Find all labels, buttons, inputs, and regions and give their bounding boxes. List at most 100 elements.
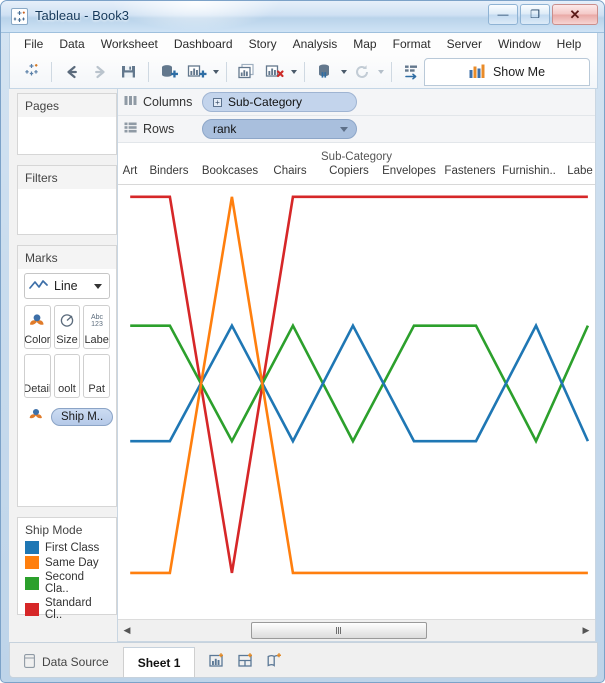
pause-auto-update-icon[interactable] [312, 59, 338, 85]
duplicate-sheet-icon[interactable] [234, 59, 260, 85]
toolbar-separator [391, 62, 392, 82]
new-dashboard-tab-icon[interactable] [238, 652, 255, 673]
pages-shelf-dropzone[interactable] [18, 117, 116, 165]
rows-pill-label: rank [213, 122, 236, 136]
legend-item-first-class[interactable]: First Class [18, 540, 116, 555]
rows-shelf-icon [124, 121, 137, 137]
sheet-tab-label: Sheet 1 [138, 656, 181, 670]
legend-title: Ship Mode [18, 518, 116, 540]
marks-detail-button[interactable]: Detail [24, 354, 51, 398]
close-button[interactable]: ✕ [552, 4, 598, 25]
swap-rows-columns-icon[interactable] [399, 59, 425, 85]
save-icon[interactable] [115, 59, 141, 85]
legend-swatch-second-class [25, 577, 39, 590]
pause-dropdown-caret-icon[interactable] [341, 70, 347, 74]
scroll-right-arrow-icon[interactable]: ▶ [577, 621, 595, 641]
maximize-button[interactable]: ❐ [520, 4, 550, 25]
expand-plus-icon[interactable]: + [213, 98, 222, 107]
new-data-source-icon[interactable] [156, 59, 182, 85]
left-panel: Pages Filters Marks Line [9, 89, 117, 642]
filters-card[interactable]: Filters [17, 165, 117, 235]
marks-buttons-row-2: Detail oolt Pat [18, 354, 116, 398]
mark-type-caret-icon[interactable] [94, 284, 102, 289]
rows-shelf[interactable]: Rows rank [118, 116, 595, 143]
marks-color-label: Color [24, 334, 50, 346]
status-bar: Data Source Sheet 1 [9, 642, 598, 678]
menu-item-dashboard[interactable]: Dashboard [166, 35, 241, 53]
marks-detail-label: Detail [24, 383, 51, 395]
mark-type-dropdown[interactable]: Line [24, 273, 110, 299]
new-worksheet-dropdown-caret-icon[interactable] [213, 70, 219, 74]
legend-item-standard-class[interactable]: Standard Cl.. [18, 596, 116, 622]
scroll-left-arrow-icon[interactable]: ◀ [118, 621, 136, 641]
marks-label-button[interactable]: Abc123 Labe [83, 305, 110, 349]
rows-pill-caret-icon[interactable] [340, 127, 348, 132]
toolbar-separator [226, 62, 227, 82]
marks-tooltip-label: oolt [58, 383, 76, 395]
menu-item-worksheet[interactable]: Worksheet [93, 35, 166, 53]
legend-item-same-day[interactable]: Same Day [18, 555, 116, 570]
svg-text:123: 123 [91, 321, 103, 328]
menu-item-analysis[interactable]: Analysis [285, 35, 346, 53]
scrollbar-track[interactable] [136, 621, 577, 641]
toolbar: Show Me [9, 55, 598, 89]
legend-item-second-class[interactable]: Second Cla.. [18, 570, 116, 596]
marks-size-label: Size [56, 334, 77, 346]
columns-pill-label: Sub-Category [228, 95, 302, 109]
scrollbar-thumb[interactable] [251, 622, 427, 639]
menu-item-story[interactable]: Story [241, 35, 285, 53]
menu-bar: File Data Worksheet Dashboard Story Anal… [9, 33, 598, 55]
back-arrow-icon[interactable] [59, 59, 85, 85]
marks-color-pill[interactable]: Ship M.. [51, 408, 113, 426]
new-story-tab-icon[interactable] [267, 652, 284, 673]
tableau-sparkle-icon[interactable] [18, 59, 44, 85]
size-circle-icon [58, 306, 76, 334]
minimize-button[interactable]: — [488, 4, 518, 25]
data-source-icon [24, 654, 35, 671]
marks-color-button[interactable]: Color [24, 305, 51, 349]
menu-item-server[interactable]: Server [439, 35, 490, 53]
show-me-button[interactable]: Show Me [424, 58, 590, 86]
line-mark-icon [29, 279, 49, 294]
new-worksheet-tab-icon[interactable] [209, 652, 226, 673]
menu-item-help[interactable]: Help [549, 35, 590, 53]
columns-pill-sub-category[interactable]: + Sub-Category [202, 92, 357, 112]
clear-sheet-icon[interactable] [262, 59, 288, 85]
menu-item-file[interactable]: File [16, 35, 51, 53]
data-source-tab[interactable]: Data Source [10, 647, 124, 677]
columns-shelf[interactable]: Columns + Sub-Category [118, 89, 595, 116]
menu-item-format[interactable]: Format [385, 35, 439, 53]
marks-card: Marks Line Color [17, 245, 117, 507]
horizontal-scrollbar[interactable]: ◀ ▶ [118, 619, 595, 641]
marks-size-button[interactable]: Size [54, 305, 81, 349]
rows-pill-rank[interactable]: rank [202, 119, 357, 139]
columns-shelf-label: Columns [143, 95, 192, 109]
worksheet-pane: Columns + Sub-Category Rows rank Sub-Cat… [117, 89, 596, 642]
marks-tooltip-button[interactable]: oolt [54, 354, 81, 398]
line-series-first-class[interactable] [130, 326, 588, 442]
new-worksheet-icon[interactable] [184, 59, 210, 85]
menu-item-data[interactable]: Data [51, 35, 92, 53]
marks-label-label: Labe [84, 334, 108, 346]
label-abc123-icon: Abc123 [86, 306, 108, 334]
data-source-label: Data Source [42, 655, 109, 669]
tableau-window: Tableau - Book3 — ❐ ✕ File Data Workshee… [0, 0, 605, 683]
thumb-grip-line [338, 627, 339, 634]
sheet-tab-sheet-1[interactable]: Sheet 1 [124, 647, 196, 677]
thumb-grip-line [340, 627, 341, 634]
ship-mode-legend-card: Ship Mode First Class Same Day Second Cl… [17, 517, 117, 615]
color-palette-icon [26, 405, 46, 428]
legend-label-standard-class: Standard Cl.. [45, 597, 109, 621]
menu-item-map[interactable]: Map [345, 35, 384, 53]
line-series-second-cla[interactable] [130, 326, 588, 442]
legend-swatch-first-class [25, 541, 39, 554]
marks-path-button[interactable]: Pat [83, 354, 110, 398]
filters-shelf-dropzone[interactable] [18, 189, 116, 237]
window-controls: — ❐ ✕ [488, 4, 598, 25]
legend-swatch-same-day [25, 556, 39, 569]
menu-item-window[interactable]: Window [490, 35, 549, 53]
line-chart-plot[interactable] [118, 145, 595, 607]
pages-card[interactable]: Pages [17, 93, 117, 155]
forward-arrow-icon [87, 59, 113, 85]
clear-sheet-dropdown-caret-icon[interactable] [291, 70, 297, 74]
